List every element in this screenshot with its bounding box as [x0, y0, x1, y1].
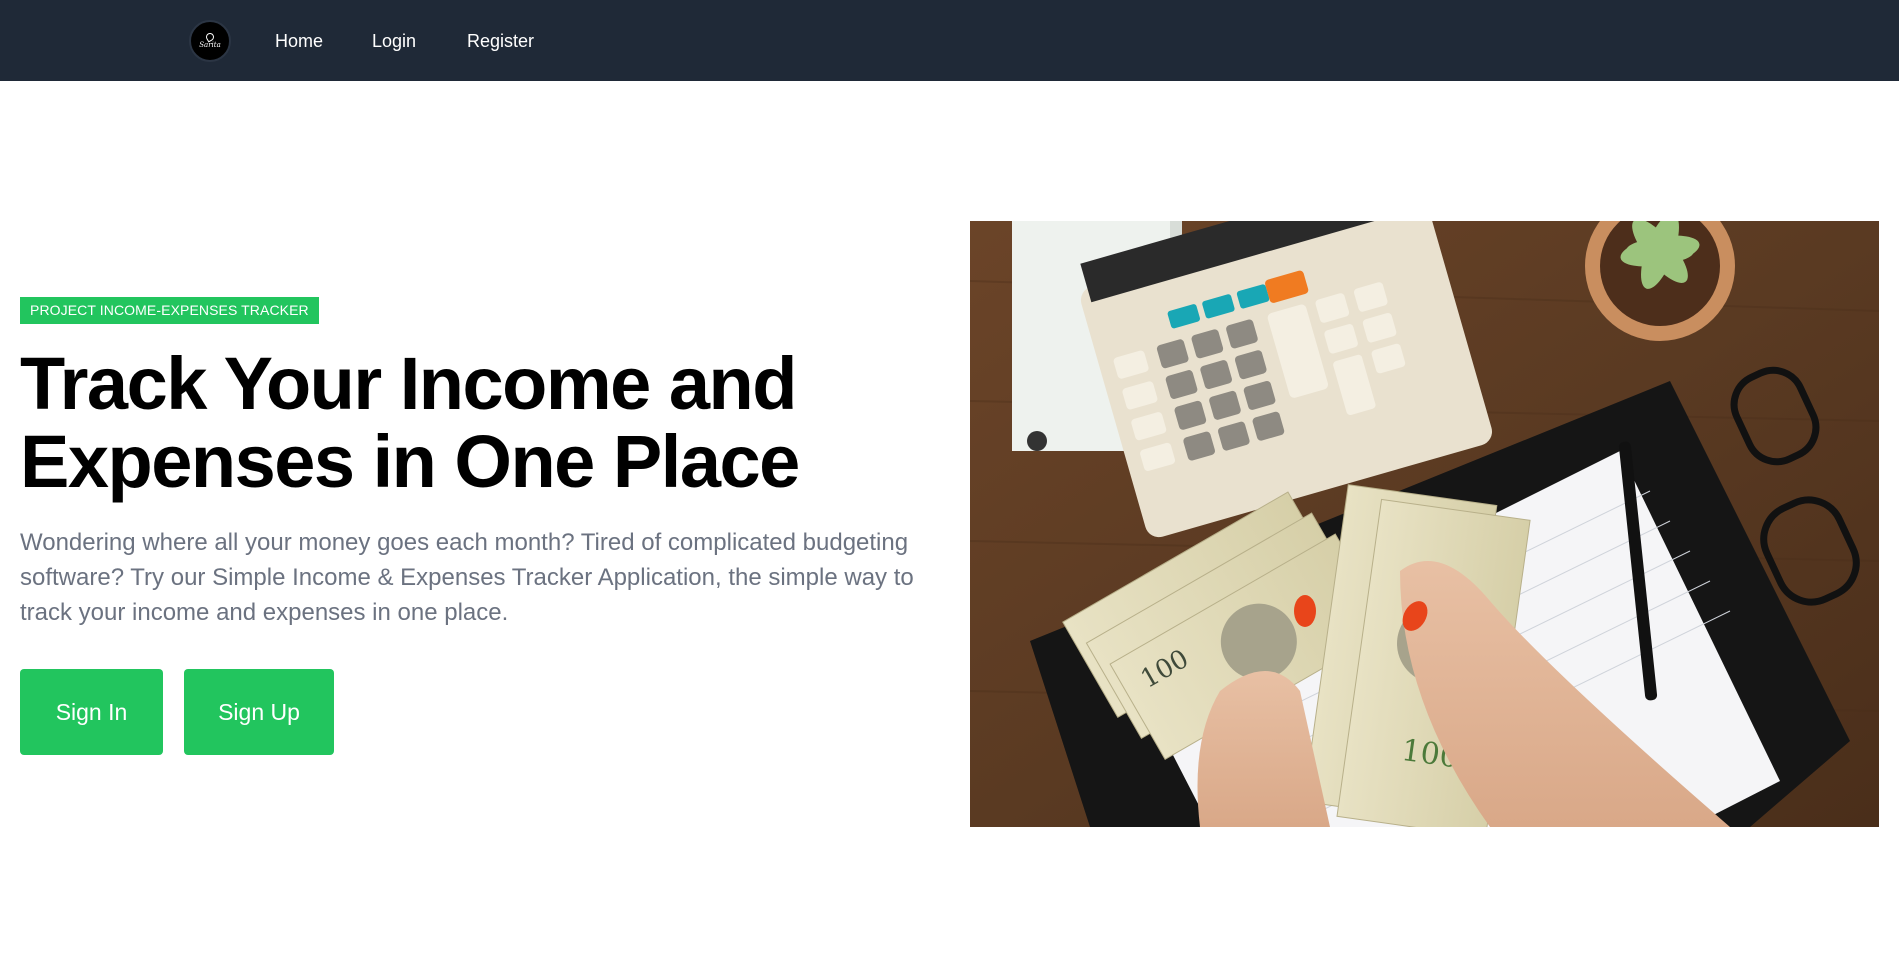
logo-text: Sarita	[199, 41, 221, 49]
nav-link-home[interactable]: Home	[275, 30, 323, 52]
sign-in-button[interactable]: Sign In	[20, 669, 163, 755]
sign-up-button[interactable]: Sign Up	[184, 669, 334, 755]
top-navbar: Sarita Home Login Register	[0, 0, 1899, 81]
nav-link-register[interactable]: Register	[467, 30, 534, 52]
finance-photo-icon: 100 100	[970, 221, 1879, 827]
nav-link-login[interactable]: Login	[372, 30, 416, 52]
hero-finance-image: 100 100	[970, 221, 1879, 827]
hero-headline: Track Your Income and Expenses in One Pl…	[20, 345, 920, 501]
headline-line-2: Expenses in One Place	[20, 420, 800, 503]
headline-line-1: Track Your Income and	[20, 342, 797, 425]
project-badge: PROJECT INCOME-EXPENSES TRACKER	[20, 297, 319, 324]
brand-logo[interactable]: Sarita	[189, 20, 231, 62]
hero-description: Wondering where all your money goes each…	[20, 529, 914, 626]
